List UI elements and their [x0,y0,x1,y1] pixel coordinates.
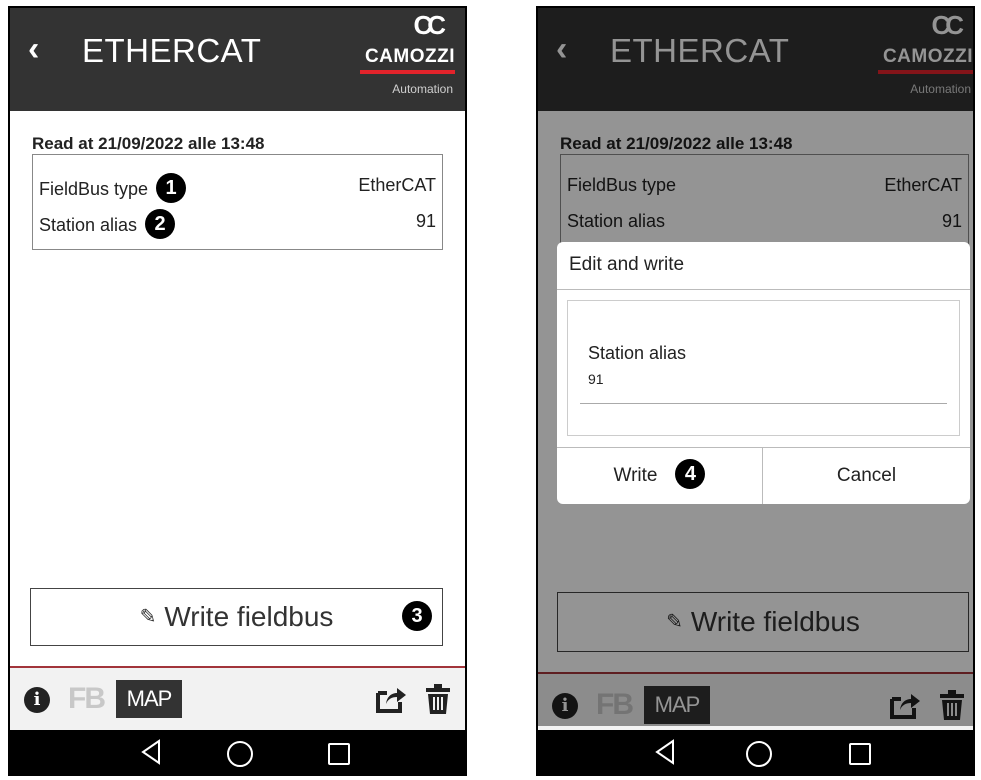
info-icon[interactable]: i [24,687,50,713]
write-fieldbus-label: Write fieldbus [164,601,334,632]
logo-mark: CC [413,10,445,40]
write-label: Write [613,465,658,486]
parameter-list: FieldBus type 1 EtherCAT Station alias 2 9… [32,154,443,250]
param-value: 91 [415,211,436,231]
share-icon[interactable] [375,684,407,714]
logo-name: CAMOZZI [364,46,455,67]
map-icon[interactable]: MAP [116,680,182,718]
station-alias-field-container: Station alias 91 [567,300,960,436]
system-nav-bar [10,730,465,774]
phone-screen-right: ‹ ETHERCAT CC CAMOZZI Automation Read at… [536,6,975,776]
callout-badge: 3 [402,601,432,631]
bottom-toolbar: i FB MAP [10,668,465,730]
callout-badge: 1 [156,173,187,203]
nav-back-icon[interactable] [651,738,679,766]
input-underline [580,403,947,404]
dialog-title: Edit and write [569,254,685,275]
nav-home-icon[interactable] [746,741,772,767]
back-chevron-icon[interactable]: ‹ [28,30,39,69]
phone-screen-left: ‹ ETHERCAT CC CAMOZZI Automation Read at… [8,6,467,776]
station-alias-input[interactable]: 91 [588,371,604,387]
trash-icon[interactable] [425,683,451,715]
cancel-button[interactable]: Cancel [763,448,970,504]
camozzi-logo-icon: CC CAMOZZI Automation [355,10,455,102]
edit-icon: ✎ [139,606,157,628]
app-header: ‹ ETHERCAT CC CAMOZZI Automation [10,8,465,111]
nav-recent-icon[interactable] [849,743,871,765]
logo-subtitle: Automation [392,82,453,96]
param-label: FieldBus type [39,178,149,199]
param-label: Station alias [39,214,138,235]
page-title: ETHERCAT [82,32,262,69]
edit-write-dialog: Edit and write Station alias 91 Write 4 C… [557,242,970,504]
callout-badge: 4 [675,458,706,489]
field-label: Station alias [588,343,687,363]
param-row-fieldbus-type[interactable]: FieldBus type 1 EtherCAT [39,173,436,205]
callout-badge: 2 [145,209,176,239]
nav-back-icon[interactable] [137,738,165,766]
read-timestamp: Read at 21/09/2022 alle 13:48 [32,134,265,153]
write-fieldbus-button[interactable]: ✎ Write fieldbus 3 [30,588,443,646]
system-nav-bar [538,730,973,774]
param-row-station-alias[interactable]: Station alias 2 91 [39,209,436,241]
divider [557,289,970,290]
logo-underline [360,70,455,74]
nav-recent-icon[interactable] [328,743,350,765]
nav-home-icon[interactable] [227,741,253,767]
fb-icon[interactable]: FB [68,682,106,716]
write-button[interactable]: Write 4 [557,448,762,504]
param-value: EtherCAT [358,175,436,195]
